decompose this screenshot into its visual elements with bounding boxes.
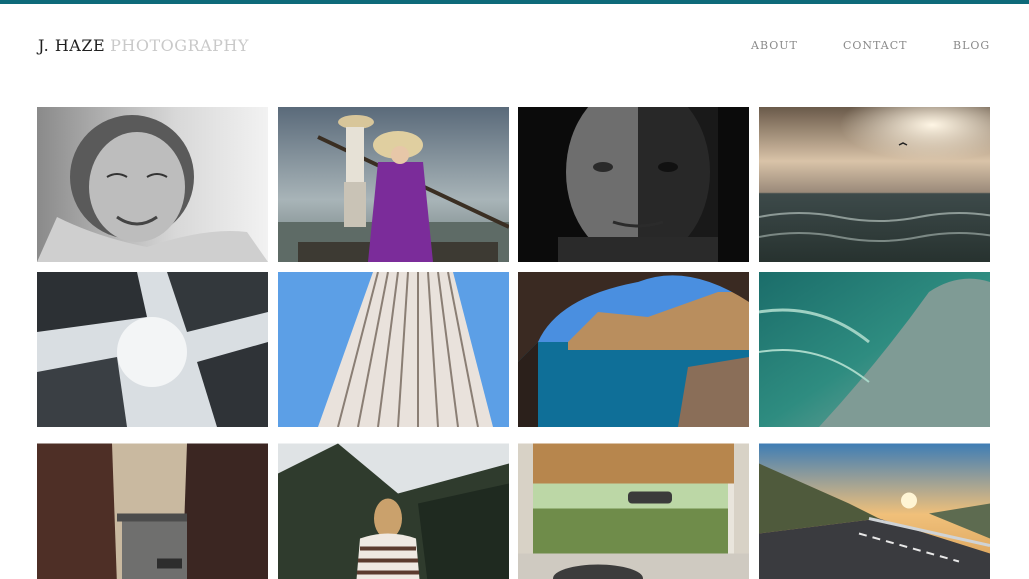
- gallery-photo-city-canal[interactable]: [37, 437, 268, 579]
- gallery-photo-woman-mountains[interactable]: [278, 437, 509, 579]
- gallery-photo-man-portrait[interactable]: [518, 107, 749, 262]
- gallery-photo-skyscrapers-fog[interactable]: [37, 272, 268, 427]
- nav-blog-link[interactable]: BLOG: [953, 39, 990, 52]
- mountain-road-image: [759, 443, 990, 579]
- gallery-photo-vintage-car[interactable]: [518, 437, 749, 579]
- man-portrait-image: [518, 107, 749, 262]
- brand-name: J. HAZE: [38, 36, 106, 55]
- nav-about-link[interactable]: ABOUT: [751, 39, 798, 52]
- elderly-woman-image: [37, 107, 268, 262]
- skyscrapers-image: [37, 272, 268, 427]
- sea-cave-image: [518, 272, 749, 427]
- nav-contact-link[interactable]: CONTACT: [843, 39, 908, 52]
- woman-mountains-image: [278, 443, 509, 579]
- gallery-photo-ocean-wave[interactable]: [759, 272, 990, 427]
- ocean-wave-image: [759, 272, 990, 427]
- gallery-photo-stormy-sea[interactable]: [759, 107, 990, 262]
- vintage-car-image: [518, 443, 749, 579]
- gallery-photo-sea-cave[interactable]: [518, 272, 749, 427]
- brand-subtitle: PHOTOGRAPHY: [110, 36, 249, 55]
- site-logo[interactable]: J. HAZE PHOTOGRAPHY: [38, 36, 249, 55]
- gallery-photo-elderly-woman[interactable]: [37, 107, 268, 262]
- tower-facade-image: [278, 272, 509, 427]
- gallery-photo-ao-dai-boat[interactable]: [278, 107, 509, 262]
- stormy-sea-image: [759, 107, 990, 262]
- accent-top-bar: [0, 0, 1029, 4]
- city-canal-image: [37, 443, 268, 579]
- women-on-boat-image: [278, 107, 509, 262]
- gallery-photo-mountain-road[interactable]: [759, 437, 990, 579]
- gallery-photo-tower-facade[interactable]: [278, 272, 509, 427]
